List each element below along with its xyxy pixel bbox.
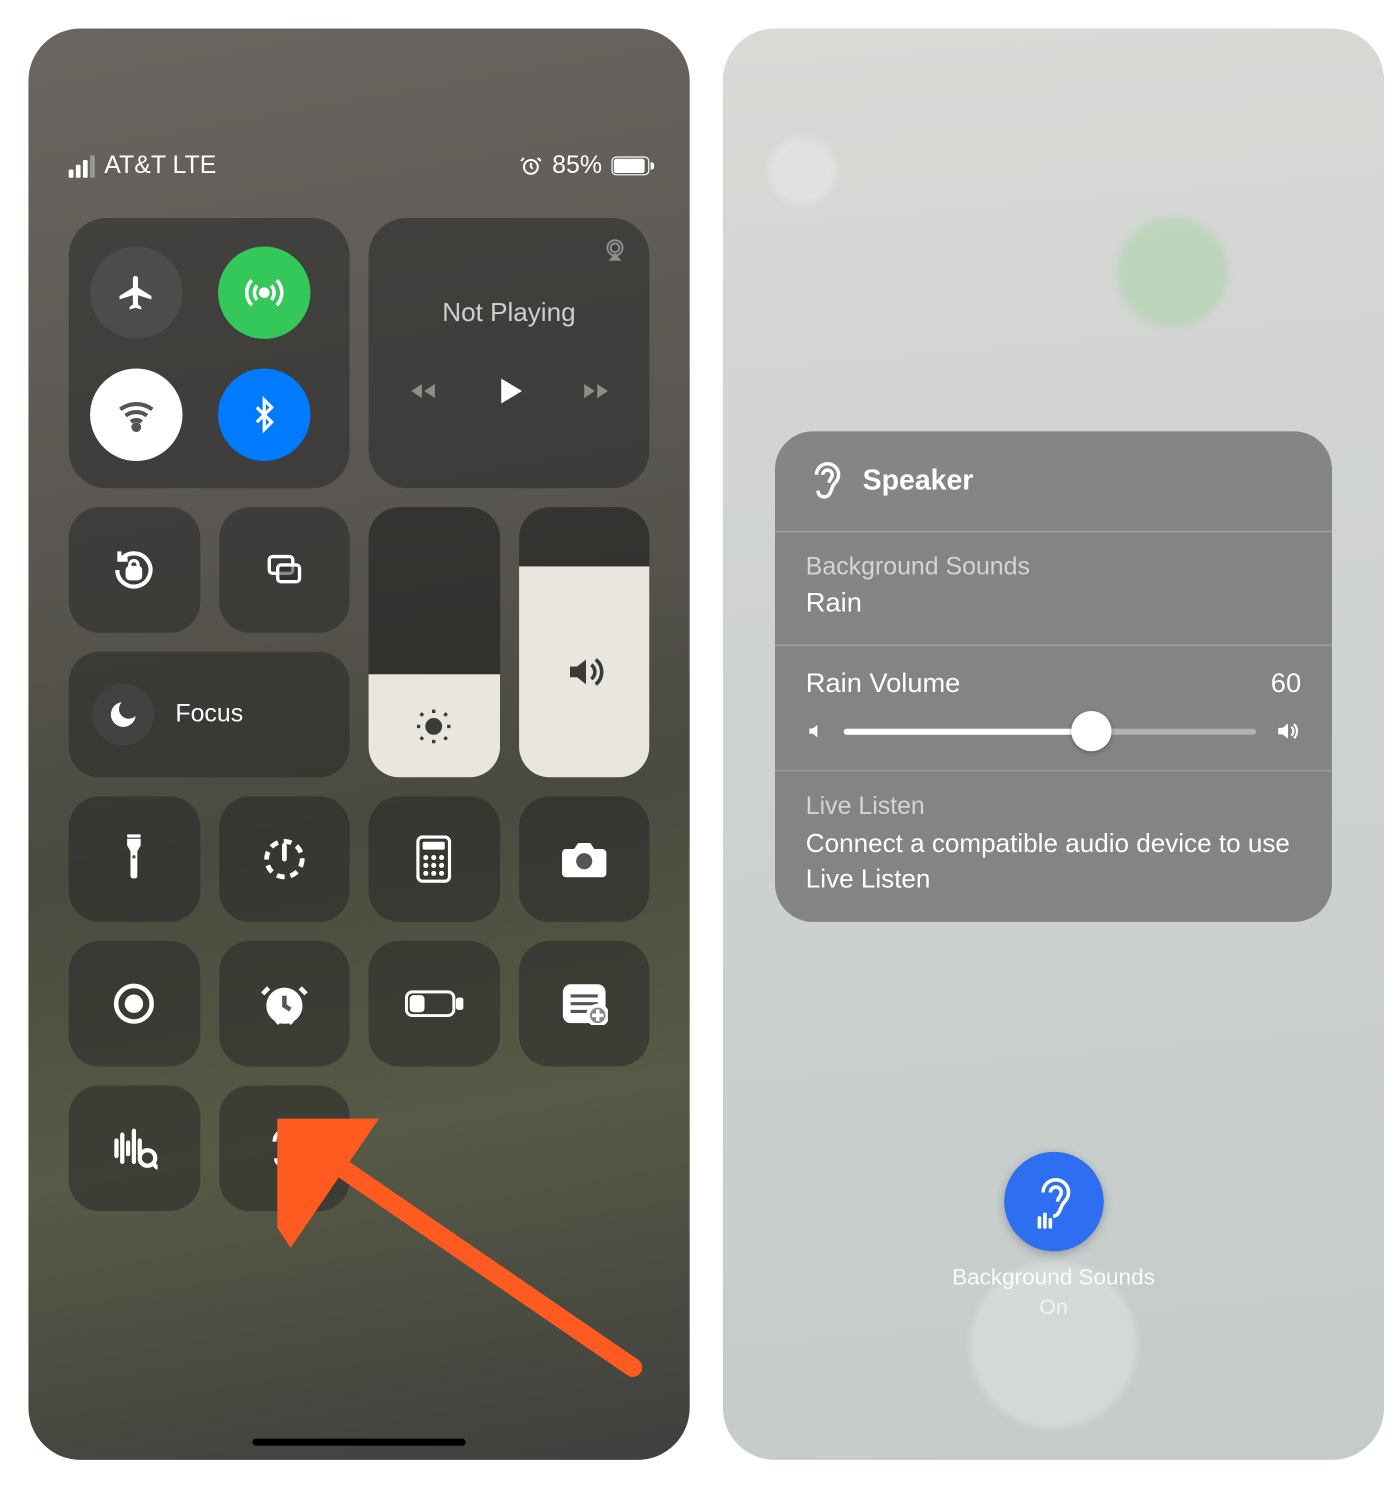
airplay-icon [602,237,628,263]
speaker-icon [563,651,606,694]
battery-pct: 85% [552,152,602,180]
background-sounds-row[interactable]: Background Sounds Rain [775,532,1332,646]
live-listen-body: Connect a compatible audio device to use… [806,826,1301,896]
calculator-button[interactable] [369,796,500,922]
play-icon[interactable] [492,373,525,409]
control-center-screen: AT&T LTE 85% [28,28,689,1459]
moon-icon [92,684,154,746]
battery-icon [611,156,649,175]
rain-volume-value: 60 [1271,667,1301,699]
speaker-high-icon [1273,718,1301,744]
alarm-button[interactable] [219,941,350,1067]
media-controls[interactable]: Not Playing [369,218,650,488]
bluetooth-toggle[interactable] [217,368,309,460]
connectivity-group[interactable] [69,218,350,488]
hearing-output-label: Speaker [863,465,974,498]
wifi-toggle[interactable] [90,368,182,460]
flashlight-button[interactable] [69,796,200,922]
hearing-button[interactable] [219,1085,350,1211]
hearing-card: Speaker Background Sounds Rain Rain Volu… [775,431,1332,922]
forward-icon[interactable] [578,377,614,405]
airplane-mode-toggle[interactable] [90,246,182,338]
quick-note-button[interactable] [518,941,649,1067]
hearing-detail-screen: Speaker Background Sounds Rain Rain Volu… [723,28,1384,1459]
camera-button[interactable] [518,796,649,922]
low-power-button[interactable] [369,941,500,1067]
alarm-icon [519,154,543,178]
timer-button[interactable] [219,796,350,922]
home-indicator[interactable] [252,1439,465,1446]
hearing-card-header[interactable]: Speaker [775,431,1332,532]
background-sounds-toggle[interactable]: Background Sounds On [952,1152,1155,1320]
speaker-low-icon [806,720,827,741]
brightness-slider[interactable] [369,507,500,777]
ear-icon [806,457,846,504]
focus-label: Focus [175,700,243,728]
rewind-icon[interactable] [405,377,441,405]
ear-waves-icon [1030,1175,1077,1230]
status-bar: AT&T LTE 85% [28,152,689,180]
live-listen-label: Live Listen [806,793,1301,821]
screen-mirroring-button[interactable] [219,507,350,633]
carrier-label: AT&T LTE [104,152,216,180]
volume-slider[interactable] [518,507,649,777]
rain-volume-label: Rain Volume [806,667,961,699]
signal-icon [69,155,95,178]
orientation-lock-button[interactable] [69,507,200,633]
live-listen-section[interactable]: Live Listen Connect a compatible audio d… [775,771,1332,922]
screen-record-button[interactable] [69,941,200,1067]
rain-volume-slider[interactable] [806,718,1301,744]
cellular-data-toggle[interactable] [217,246,309,338]
media-title: Not Playing [442,297,575,328]
bg-sounds-label: Background Sounds [806,553,1301,581]
sound-recognition-button[interactable] [69,1085,200,1211]
bg-sounds-btn-state: On [952,1295,1155,1320]
rain-volume-section: Rain Volume 60 [775,646,1332,772]
bg-sounds-value: Rain [806,587,1301,619]
sun-icon [414,706,454,746]
focus-button[interactable]: Focus [69,652,350,778]
bg-sounds-btn-title: Background Sounds [952,1266,1155,1293]
